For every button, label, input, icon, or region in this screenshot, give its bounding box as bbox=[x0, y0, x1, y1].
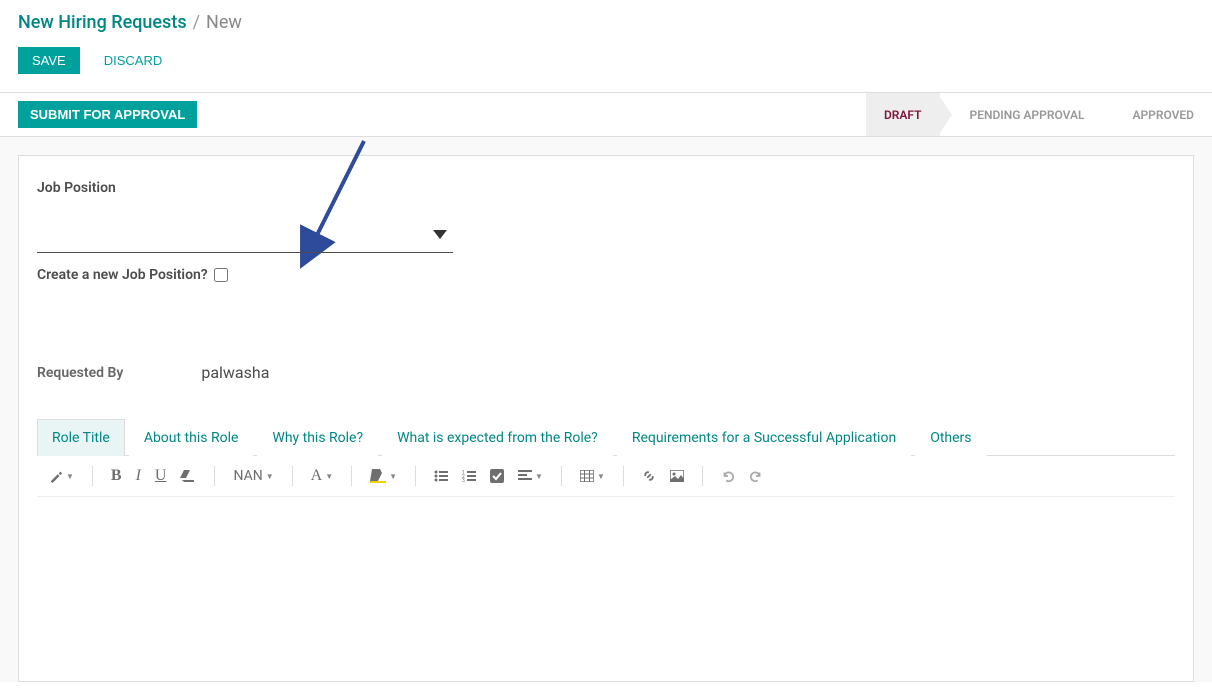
align-icon[interactable]: ▼ bbox=[518, 470, 543, 482]
create-new-job-label: Create a new Job Position? bbox=[37, 267, 208, 283]
stage-draft[interactable]: DRAFT bbox=[866, 93, 940, 136]
clear-format-icon[interactable] bbox=[180, 470, 196, 482]
breadcrumb-separator: / bbox=[193, 12, 200, 33]
table-icon[interactable]: ▼ bbox=[580, 470, 605, 482]
editor-toolbar: ▼ B I U NAN▼ A▼ bbox=[37, 456, 1175, 497]
stage-arrow-icon bbox=[1102, 97, 1114, 133]
tab-others[interactable]: Others bbox=[915, 419, 986, 456]
redo-icon[interactable] bbox=[749, 469, 763, 483]
requested-by-value: palwasha bbox=[201, 363, 269, 382]
bold-icon[interactable]: B bbox=[111, 467, 122, 485]
tab-about-role[interactable]: About this Role bbox=[129, 419, 254, 456]
stage-arrow-icon bbox=[940, 97, 952, 133]
underline-icon[interactable]: U bbox=[155, 467, 167, 485]
form-sheet: Job Position Create a new Job Position? … bbox=[18, 155, 1194, 682]
tab-requirements[interactable]: Requirements for a Successful Applicatio… bbox=[617, 419, 911, 456]
save-button[interactable]: SAVE bbox=[18, 47, 80, 74]
ol-list-icon[interactable]: 123 bbox=[462, 470, 476, 482]
annotation-arrow bbox=[279, 136, 379, 276]
font-size-selector[interactable]: NAN▼ bbox=[233, 468, 273, 484]
create-new-job-checkbox[interactable] bbox=[214, 268, 228, 282]
tab-role-title[interactable]: Role Title bbox=[37, 419, 125, 456]
tab-why-role[interactable]: Why this Role? bbox=[257, 419, 378, 456]
checklist-icon[interactable] bbox=[490, 469, 504, 483]
job-position-dropdown[interactable] bbox=[37, 224, 453, 253]
magic-wand-icon[interactable]: ▼ bbox=[49, 469, 74, 483]
stage-approved[interactable]: APPROVED bbox=[1114, 93, 1212, 136]
image-icon[interactable] bbox=[670, 470, 684, 482]
highlight-icon[interactable]: ▼ bbox=[370, 469, 397, 483]
editor-content[interactable] bbox=[37, 497, 1175, 657]
breadcrumb-current: New bbox=[206, 12, 242, 33]
status-bar: SUBMIT FOR APPROVAL DRAFT PENDING APPROVA… bbox=[0, 93, 1212, 137]
svg-text:3: 3 bbox=[462, 478, 465, 482]
link-icon[interactable] bbox=[642, 469, 656, 483]
job-position-label: Job Position bbox=[37, 180, 1175, 196]
tab-expected[interactable]: What is expected from the Role? bbox=[382, 419, 613, 456]
stage-pending-approval[interactable]: PENDING APPROVAL bbox=[952, 93, 1103, 136]
discard-button[interactable]: DISCARD bbox=[90, 47, 177, 74]
font-format-icon[interactable]: A▼ bbox=[311, 467, 333, 485]
ul-list-icon[interactable] bbox=[434, 470, 448, 482]
italic-icon[interactable]: I bbox=[136, 467, 141, 485]
stage-indicator: DRAFT PENDING APPROVAL APPROVED bbox=[866, 93, 1212, 136]
tabs-container: Role TitleAbout this RoleWhy this Role?W… bbox=[37, 418, 1175, 456]
breadcrumb: New Hiring Requests / New bbox=[18, 12, 1194, 33]
submit-for-approval-button[interactable]: SUBMIT FOR APPROVAL bbox=[18, 101, 197, 128]
requested-by-label: Requested By bbox=[37, 365, 123, 381]
job-position-input[interactable] bbox=[37, 224, 453, 253]
breadcrumb-root[interactable]: New Hiring Requests bbox=[18, 12, 187, 33]
undo-icon[interactable] bbox=[721, 469, 735, 483]
